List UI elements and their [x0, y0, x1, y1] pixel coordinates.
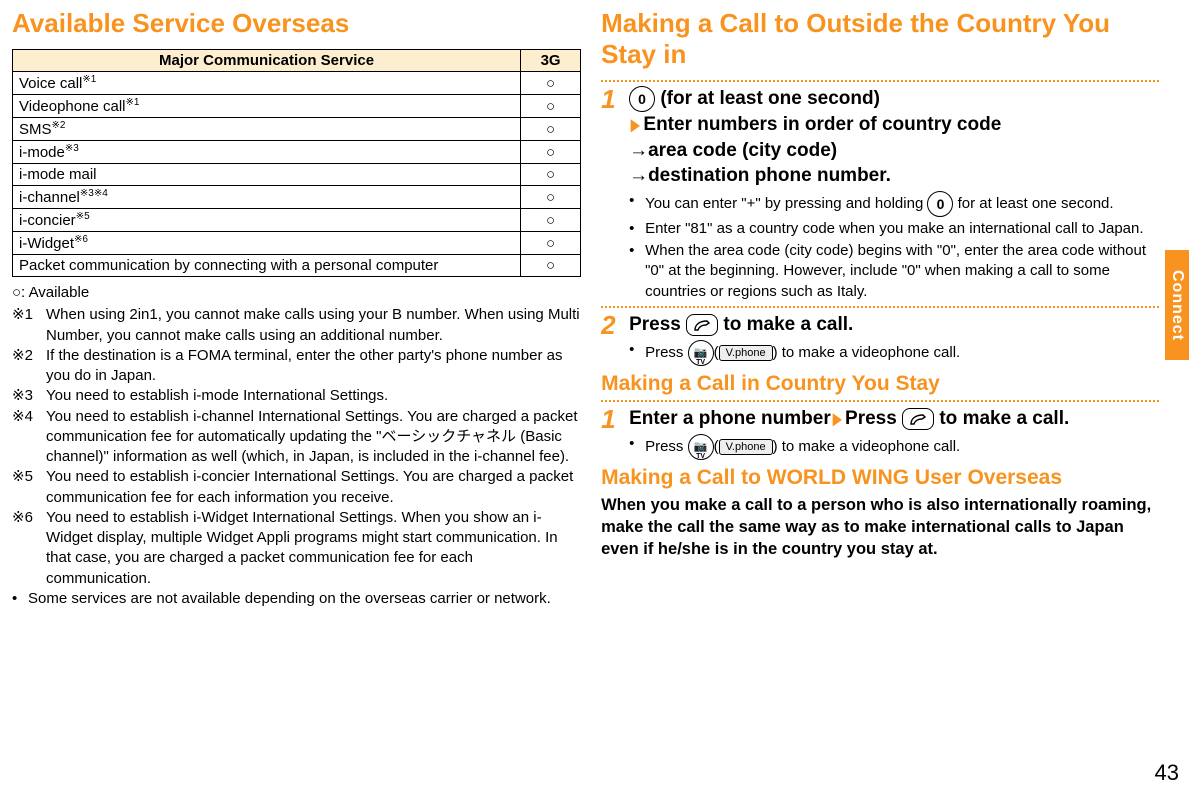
heading-world-wing: Making a Call to WORLD WING User Oversea… — [601, 466, 1159, 490]
availability-cell: ○ — [521, 118, 581, 141]
camera-key-icon: 📷TV — [688, 434, 714, 460]
footnotes: ○: Available ※1When using 2in1, you cann… — [12, 283, 581, 609]
service-cell: i-Widget※6 — [13, 232, 521, 255]
footnote: ※3 You need to establish i-mode Internati… — [12, 386, 581, 406]
heading-available-service: Available Service Overseas — [12, 8, 581, 39]
footnote: ※4You need to establish i-channel Intern… — [12, 407, 581, 468]
step1-notes: • You can enter "+" by pressing and hold… — [629, 191, 1159, 302]
vphone-label: V.phone — [719, 439, 773, 456]
footnote-text: If the destination is a FOMA terminal, e… — [46, 346, 581, 387]
heading-call-outside: Making a Call to Outside the Country You… — [601, 8, 1159, 70]
service-cell: Videophone call※1 — [13, 95, 521, 118]
table-row: i-Widget※6○ — [13, 232, 581, 255]
footnote-text: You need to establish i-mode Internation… — [46, 386, 581, 406]
footnote-text: You need to establish i-channel Internat… — [46, 407, 581, 468]
extra-note: Some services are not available dependin… — [28, 589, 551, 609]
call-key-icon — [902, 408, 934, 430]
footnote-label: ※4 — [12, 407, 40, 468]
step1-body: 0 (for at least one second) ▶Enter numbe… — [629, 86, 1159, 189]
availability-cell: ○ — [521, 186, 581, 209]
heading-call-in-country: Making a Call in Country You Stay — [601, 372, 1159, 396]
step2-notes: • Press 📷TV(V.phone) to make a videophon… — [629, 340, 1159, 366]
call-key-icon — [686, 314, 718, 336]
footnote-label: ※2 — [12, 346, 40, 387]
availability-cell: ○ — [521, 232, 581, 255]
section-tab-connect: Connect — [1165, 250, 1189, 360]
table-row: i-channel※3※4○ — [13, 186, 581, 209]
th-3g: 3G — [521, 50, 581, 72]
availability-cell: ○ — [521, 141, 581, 164]
staystep-notes: • Press 📷TV(V.phone) to make a videophon… — [629, 434, 1159, 460]
zero-key-icon: 0 — [927, 191, 953, 217]
triangle-icon: ▶ — [833, 409, 842, 431]
service-cell: SMS※2 — [13, 118, 521, 141]
vphone-label: V.phone — [719, 345, 773, 362]
zero-key-icon: 0 — [629, 86, 655, 112]
footnote: ※6You need to establish i-Widget Interna… — [12, 508, 581, 589]
step-number-1b: 1 — [601, 406, 619, 432]
step-number-1: 1 — [601, 86, 619, 112]
table-row: i-concier※5○ — [13, 209, 581, 232]
table-row: i-mode mail○ — [13, 164, 581, 186]
availability-cell: ○ — [521, 95, 581, 118]
footnote-label: ※6 — [12, 508, 40, 589]
step-number-2: 2 — [601, 312, 619, 338]
footnote: ※1When using 2in1, you cannot make calls… — [12, 305, 581, 346]
bullet-icon: • — [12, 589, 22, 609]
service-table: Major Communication Service 3G Voice cal… — [12, 49, 581, 277]
footnote-label: ※3 — [12, 386, 40, 406]
table-row: SMS※2○ — [13, 118, 581, 141]
divider — [601, 400, 1159, 402]
footnote: ※5You need to establish i-concier Intern… — [12, 467, 581, 508]
table-row: i-mode※3○ — [13, 141, 581, 164]
divider — [601, 80, 1159, 82]
step2-body: Press to make a call. — [629, 312, 1159, 338]
table-row: Videophone call※1○ — [13, 95, 581, 118]
availability-cell: ○ — [521, 72, 581, 95]
footnote-text: You need to establish i-Widget Internati… — [46, 508, 581, 589]
footnote-text: You need to establish i-concier Internat… — [46, 467, 581, 508]
table-row: Voice call※1○ — [13, 72, 581, 95]
service-cell: Voice call※1 — [13, 72, 521, 95]
footnote-label: ※5 — [12, 467, 40, 508]
camera-key-icon: 📷TV — [688, 340, 714, 366]
staystep-body: Enter a phone number▶Press to make a cal… — [629, 406, 1159, 432]
service-cell: Packet communication by connecting with … — [13, 255, 521, 277]
service-cell: i-mode mail — [13, 164, 521, 186]
legend-available: ○: Available — [12, 283, 581, 303]
world-wing-paragraph: When you make a call to a person who is … — [601, 494, 1159, 561]
triangle-icon: ▶ — [631, 115, 640, 137]
availability-cell: ○ — [521, 209, 581, 232]
page-number: 43 — [1155, 760, 1179, 786]
footnote: ※2If the destination is a FOMA terminal,… — [12, 346, 581, 387]
service-cell: i-mode※3 — [13, 141, 521, 164]
availability-cell: ○ — [521, 164, 581, 186]
footnote-label: ※1 — [12, 305, 40, 346]
service-cell: i-concier※5 — [13, 209, 521, 232]
footnote-text: When using 2in1, you cannot make calls u… — [46, 305, 581, 346]
availability-cell: ○ — [521, 255, 581, 277]
service-cell: i-channel※3※4 — [13, 186, 521, 209]
table-row: Packet communication by connecting with … — [13, 255, 581, 277]
divider — [601, 306, 1159, 308]
th-service: Major Communication Service — [13, 50, 521, 72]
